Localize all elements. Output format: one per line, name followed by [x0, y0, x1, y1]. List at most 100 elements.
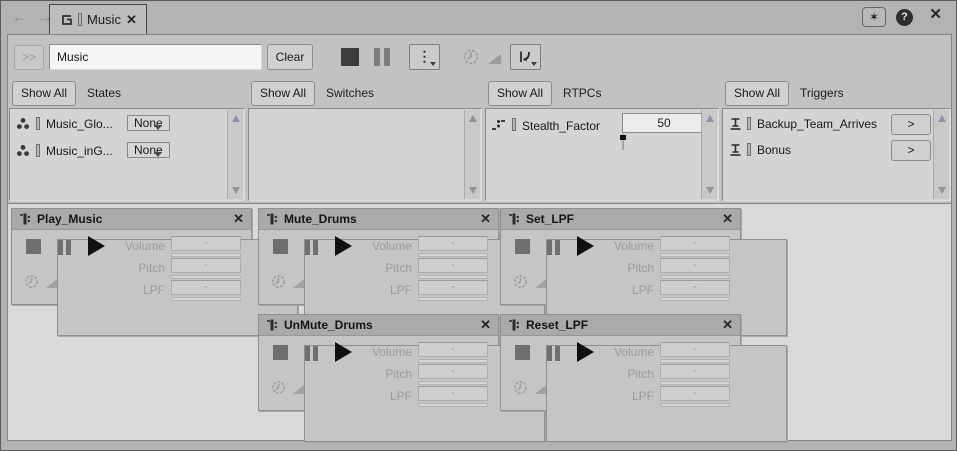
volume-value: - — [660, 236, 730, 251]
stop-icon[interactable] — [273, 345, 288, 360]
volume-label: Volume — [354, 345, 412, 359]
play-icon[interactable] — [577, 342, 594, 362]
triggers-section: Show All Triggers Backup_Team_Arrives > … — [722, 81, 951, 201]
object-color-chip — [512, 118, 516, 131]
list-item[interactable]: Music_Glo... None — [15, 113, 227, 138]
nav-back-icon[interactable]: ← — [9, 7, 31, 27]
list-item[interactable]: Music_inG... None — [15, 140, 227, 165]
panel-close-icon[interactable]: ✕ — [722, 319, 733, 331]
volume-meter-bar — [660, 253, 730, 257]
state-group-icon — [16, 144, 30, 158]
rtpc-slider[interactable] — [622, 134, 624, 150]
post-trigger-button[interactable]: > — [891, 140, 931, 161]
states-section-title: States — [87, 81, 121, 106]
chevron-down-icon — [154, 125, 162, 130]
states-scrollbar[interactable] — [227, 110, 243, 199]
list-item[interactable]: Backup_Team_Arrives > — [728, 113, 934, 137]
lpf-value: - — [171, 280, 241, 295]
tab-close-icon[interactable]: ✕ — [126, 14, 137, 26]
volume-label: Volume — [596, 345, 654, 359]
soundcaster-icon — [59, 13, 73, 27]
play-icon[interactable] — [88, 236, 105, 256]
switches-show-all-button[interactable]: Show All — [251, 81, 315, 106]
stop-icon[interactable] — [341, 48, 359, 66]
lpf-value: - — [418, 280, 488, 295]
pitch-meter-bar — [171, 275, 241, 279]
trigger-icon — [729, 143, 742, 157]
trigger-icon — [729, 117, 742, 131]
rtpcs-show-all-button[interactable]: Show All — [488, 81, 552, 106]
scroll-up-icon — [469, 115, 477, 122]
list-item[interactable]: Bonus > — [728, 139, 934, 163]
state-value-dropdown[interactable]: None — [127, 142, 170, 158]
scroll-down-icon — [469, 187, 477, 194]
panel-close-icon[interactable]: ✕ — [233, 213, 244, 225]
panel-header[interactable]: Reset_LPF ✕ — [501, 315, 740, 336]
rtpc-value-input[interactable]: 50 — [622, 113, 706, 133]
stop-icon[interactable] — [515, 239, 530, 254]
transport-options-button[interactable]: ⋮ — [409, 44, 440, 70]
volume-label: Volume — [107, 239, 165, 253]
star-icon: ✶ — [869, 10, 879, 24]
clear-button[interactable]: Clear — [267, 44, 313, 70]
tab-title: Music — [87, 12, 121, 27]
pin-view-button[interactable]: ✶ — [862, 7, 886, 27]
delay-clock-icon — [513, 274, 528, 289]
switches-scrollbar[interactable] — [464, 110, 480, 199]
delay-clock-icon — [271, 380, 286, 395]
volume-meter-bar — [418, 253, 488, 257]
pitch-meter-bar — [660, 275, 730, 279]
lpf-value: - — [660, 280, 730, 295]
panel-header[interactable]: UnMute_Drums ✕ — [259, 315, 498, 336]
triggers-list: Backup_Team_Arrives > Bonus > — [722, 108, 951, 201]
list-item[interactable]: Stealth_Factor 50 — [491, 113, 701, 145]
event-icon — [266, 212, 278, 226]
event-panel-reset-lpf: Reset_LPF ✕ Volume - Pitch - LPF - — [500, 314, 741, 411]
stop-icon[interactable] — [515, 345, 530, 360]
object-color-chip — [747, 117, 751, 130]
switches-list — [248, 108, 482, 201]
object-color-chip — [747, 143, 751, 156]
post-trigger-button[interactable]: > — [891, 114, 931, 135]
states-show-all-button[interactable]: Show All — [12, 81, 76, 106]
pitch-meter-bar — [660, 381, 730, 385]
more-button[interactable]: >> — [14, 45, 44, 70]
reset-button[interactable] — [510, 44, 541, 70]
delay-clock-icon — [462, 48, 480, 66]
panel-close-icon[interactable]: ✕ — [480, 319, 491, 331]
slider-thumb[interactable] — [620, 135, 626, 140]
scroll-down-icon — [706, 187, 714, 194]
panel-header[interactable]: Play_Music ✕ — [12, 209, 251, 230]
play-icon[interactable] — [577, 236, 594, 256]
triggers-scrollbar[interactable] — [933, 110, 949, 199]
volume-meter-bar — [171, 253, 241, 257]
chevron-down-icon — [154, 152, 162, 157]
panel-header[interactable]: Mute_Drums ✕ — [259, 209, 498, 230]
rtpc-icon — [491, 118, 506, 132]
trigger-name: Bonus — [757, 143, 791, 157]
pause-icon[interactable] — [374, 48, 394, 69]
soundcaster-session-input[interactable] — [49, 44, 262, 70]
stop-icon[interactable] — [273, 239, 288, 254]
volume-label: Volume — [354, 239, 412, 253]
help-icon[interactable]: ? — [896, 9, 913, 26]
scroll-up-icon — [938, 115, 946, 122]
state-value-dropdown[interactable]: None — [127, 115, 170, 131]
triggers-show-all-button[interactable]: Show All — [725, 81, 789, 106]
trigger-name: Backup_Team_Arrives — [757, 117, 877, 131]
panel-close-icon[interactable]: ✕ — [480, 213, 491, 225]
play-icon[interactable] — [335, 342, 352, 362]
panel-close-icon[interactable]: ✕ — [722, 213, 733, 225]
lpf-label: LPF — [107, 283, 165, 297]
window-close-icon[interactable]: ✕ — [929, 9, 942, 21]
tab-music[interactable]: Music ✕ — [49, 4, 147, 34]
fade-ramp-icon — [46, 279, 57, 288]
rtpcs-scrollbar[interactable] — [701, 110, 717, 199]
volume-meter-bar — [418, 359, 488, 363]
panel-header[interactable]: Set_LPF ✕ — [501, 209, 740, 230]
play-icon[interactable] — [335, 236, 352, 256]
delay-clock-icon — [271, 274, 286, 289]
object-color-chip — [36, 144, 40, 157]
triggers-section-title: Triggers — [800, 81, 844, 106]
stop-icon[interactable] — [26, 239, 41, 254]
